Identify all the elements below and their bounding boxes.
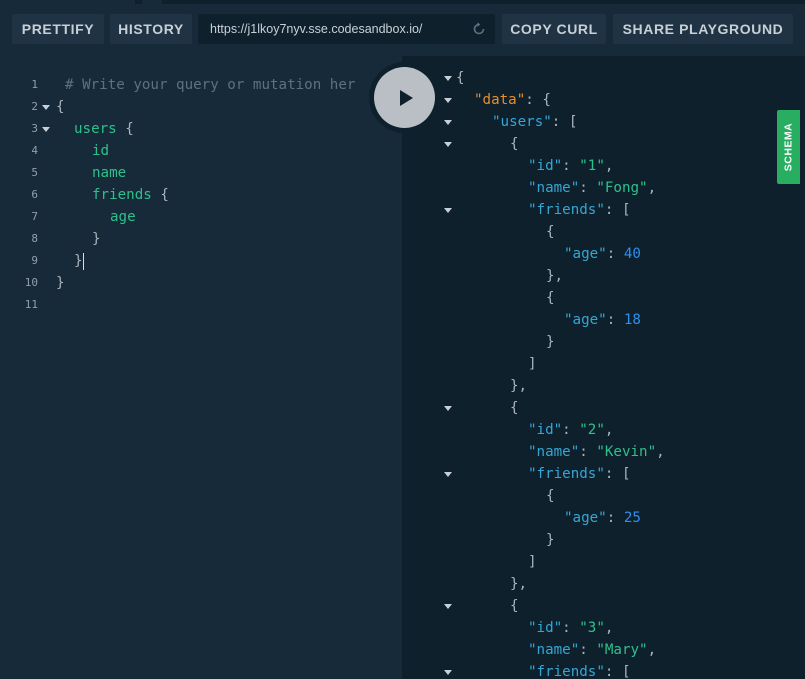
reload-icon[interactable] (471, 21, 487, 37)
query-field-users: users (74, 121, 117, 137)
prettify-label: PRETTIFY (21, 21, 95, 37)
fold-arrow-icon[interactable] (444, 472, 452, 477)
result-key-data: "data" (474, 92, 526, 108)
fold-arrow-icon[interactable] (444, 98, 452, 103)
line-number: 2 (31, 100, 38, 113)
share-playground-label: SHARE PLAYGROUND (622, 21, 784, 37)
text-cursor (82, 252, 84, 270)
result-key-id: "id" (528, 158, 563, 174)
result-value-name: "Kevin" (596, 444, 657, 460)
schema-tab[interactable]: SCHEMA (777, 110, 800, 184)
line-number: 5 (31, 166, 38, 179)
play-icon (399, 89, 413, 106)
query-field-name: name (92, 165, 127, 181)
fold-arrow-icon[interactable] (444, 208, 452, 213)
copy-curl-label: COPY CURL (510, 21, 598, 37)
line-number: 9 (31, 254, 38, 267)
fold-arrow-icon[interactable] (444, 406, 452, 411)
copy-curl-button[interactable]: COPY CURL (502, 14, 606, 44)
result-key-friends: "friends" (528, 202, 605, 218)
fold-arrow-icon[interactable] (444, 604, 452, 609)
result-key-age: "age" (564, 510, 607, 526)
friends-open-brace: { (160, 187, 169, 203)
result-open-brace: { (456, 70, 465, 86)
line-number: 6 (31, 188, 38, 201)
line-number: 3 (31, 122, 38, 135)
toolbar: PRETTIFY HISTORY https://j1lkoy7nyv.sse.… (0, 4, 805, 56)
result-key-name: "name" (528, 444, 580, 460)
result-key-age: "age" (564, 312, 607, 328)
query-editor[interactable]: 1 2 3 4 5 6 7 8 9 10 11 # Write your que… (0, 56, 402, 679)
endpoint-url-input[interactable]: https://j1lkoy7nyv.sse.codesandbox.io/ (198, 14, 495, 44)
query-comment: # Write your query or mutation her (65, 77, 356, 93)
result-key-age: "age" (564, 246, 607, 262)
result-key-name: "name" (528, 642, 580, 658)
users-open-brace: { (125, 121, 134, 137)
result-value-id: "3" (579, 620, 605, 636)
line-number: 10 (24, 276, 38, 289)
result-value-name: "Mary" (596, 642, 648, 658)
play-button-ring (369, 62, 440, 133)
endpoint-url-text: https://j1lkoy7nyv.sse.codesandbox.io/ (210, 22, 423, 36)
result-key-id: "id" (528, 422, 563, 438)
result-pane: { "data": { "users": [ { "id": "1", "nam… (402, 56, 805, 679)
data-open-brace: { (542, 92, 551, 108)
history-button[interactable]: HISTORY (110, 14, 192, 44)
query-field-age: age (110, 209, 136, 225)
schema-tab-label: SCHEMA (782, 122, 795, 172)
result-value-id: "2" (579, 422, 605, 438)
history-label: HISTORY (118, 21, 184, 37)
share-playground-button[interactable]: SHARE PLAYGROUND (613, 14, 793, 44)
result-key-friends: "friends" (528, 664, 605, 679)
result-key-id: "id" (528, 620, 563, 636)
result-value-age: 25 (623, 510, 641, 526)
friends-close-brace: } (92, 231, 101, 247)
result-key-users: "users" (492, 114, 552, 130)
result-value-id: "1" (579, 158, 605, 174)
result-value-name: "Fong" (596, 180, 648, 196)
query-open-brace: { (56, 99, 65, 115)
fold-arrow-icon[interactable] (444, 76, 452, 81)
query-field-id: id (92, 143, 110, 159)
fold-arrow-icon[interactable] (42, 105, 50, 110)
fold-arrow-icon[interactable] (444, 142, 452, 147)
result-key-friends: "friends" (528, 466, 605, 482)
fold-arrow-icon[interactable] (444, 120, 452, 125)
query-field-friends: friends (92, 187, 152, 203)
line-number: 8 (31, 232, 38, 245)
execute-query-button[interactable] (374, 67, 435, 128)
fold-arrow-icon[interactable] (42, 127, 50, 132)
fold-arrow-icon[interactable] (444, 670, 452, 675)
result-value-age: 18 (623, 312, 641, 328)
result-key-name: "name" (528, 180, 580, 196)
prettify-button[interactable]: PRETTIFY (12, 14, 104, 44)
result-value-age: 40 (623, 246, 641, 262)
line-number: 11 (24, 298, 38, 311)
line-number: 1 (31, 78, 38, 91)
line-number: 7 (31, 210, 38, 223)
users-close-brace: } (74, 253, 83, 269)
line-number: 4 (31, 144, 38, 157)
query-close-brace: } (56, 275, 65, 291)
